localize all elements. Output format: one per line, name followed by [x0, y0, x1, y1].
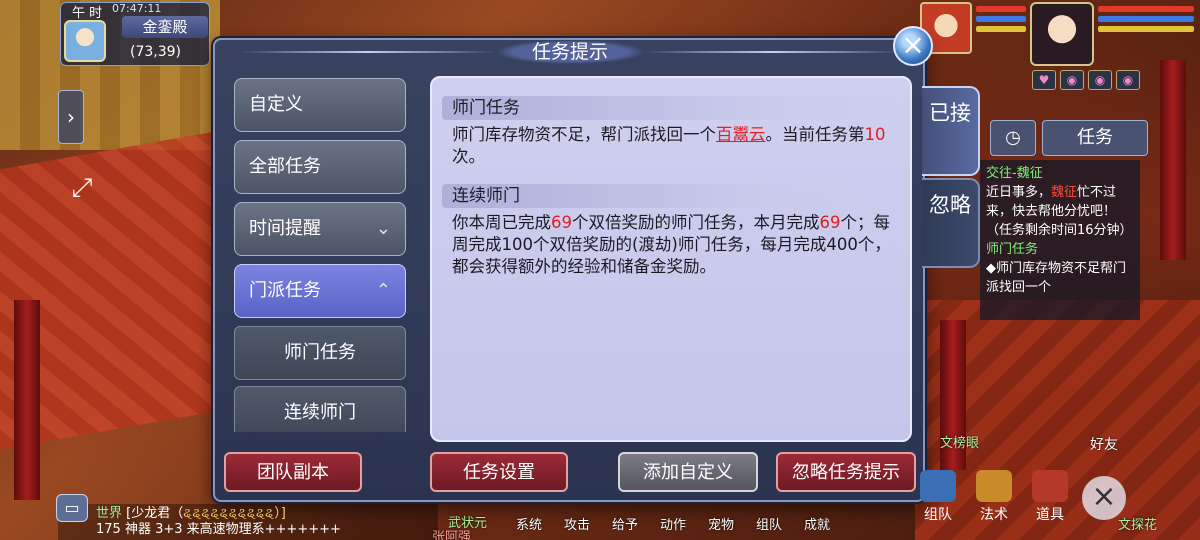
- section-body: 师门库存物资不足，帮门派找回一个百鬻云。当前任务第10次。: [452, 125, 886, 166]
- chat-box[interactable]: 世界 [少龙君（ୡୡୡୡୡୡୡୡୡୡ）] 175 神器 3+3 来高速物理系++…: [58, 504, 438, 540]
- add-custom-button[interactable]: 添加自定义: [618, 452, 758, 492]
- dialog-header: 任务提示: [240, 40, 900, 64]
- expand-left-arrow-icon[interactable]: ›: [58, 90, 84, 144]
- hud-team-big[interactable]: 组队: [910, 470, 966, 523]
- player-mp-bar: [1098, 16, 1194, 22]
- npc-name[interactable]: 文探花: [1118, 514, 1157, 533]
- npc-name[interactable]: 文榜眼: [940, 432, 979, 451]
- tracker-entry-title[interactable]: 交往-魏征: [986, 164, 1134, 183]
- hud-skills[interactable]: 法术: [966, 470, 1022, 523]
- submenu-sect-task[interactable]: 师门任务: [234, 326, 406, 380]
- chat-bubble-icon[interactable]: ▭: [56, 494, 88, 522]
- item-link[interactable]: 百鬻云: [716, 125, 766, 144]
- tab-ignored[interactable]: 忽略: [922, 178, 980, 268]
- map-name[interactable]: 金銮殿: [122, 16, 208, 38]
- fullscreen-icon[interactable]: ⤢: [62, 168, 102, 208]
- section-body: 你本周已完成69个双倍奖励的师门任务，本月完成69个；每周完成100个双倍奖励的…: [452, 213, 891, 276]
- tracker-entry-title[interactable]: 师门任务: [986, 240, 1134, 259]
- buff-icon[interactable]: ◉: [1116, 70, 1140, 90]
- npc-name[interactable]: 张阿强: [432, 526, 471, 540]
- tracker-entry-text: ◆师门库存物资不足帮门派找回一个: [986, 261, 1126, 295]
- submenu-consecutive-sect[interactable]: 连续师门: [234, 386, 406, 432]
- hud-team[interactable]: 组队: [745, 488, 793, 533]
- player-avatar-small[interactable]: [64, 20, 106, 62]
- tracker-entry-text: 近日事多，魏征忙不过来，快去帮他分忧吧！（任务剩余时间16分钟）: [986, 185, 1133, 238]
- player-anger-bar: [1098, 26, 1194, 32]
- hud-achievement[interactable]: 成就: [793, 488, 841, 533]
- task-settings-button[interactable]: 任务设置: [430, 452, 568, 492]
- task-tracker[interactable]: 交往-魏征 近日事多，魏征忙不过来，快去帮他分忧吧！（任务剩余时间16分钟） 师…: [980, 160, 1140, 320]
- chat-line: 175 神器 3+3 来高速物理系+++++++: [96, 522, 341, 537]
- pet-hp-bar: [976, 6, 1026, 12]
- team-dungeon-button[interactable]: 团队副本: [224, 452, 362, 492]
- status-icons: ♥ ◉ ◉ ◉: [1032, 70, 1140, 90]
- red-pillar: [1160, 60, 1186, 260]
- section-title: 连续师门: [442, 184, 902, 208]
- hud-right-menu: 组队 法术 道具: [910, 470, 1078, 523]
- friends-button[interactable]: 好友: [1090, 434, 1118, 454]
- time-period: 午 时: [72, 6, 103, 21]
- ignore-task-hints-button[interactable]: 忽略任务提示: [776, 452, 916, 492]
- section-title: 师门任务: [442, 96, 902, 120]
- pet-exp-bar: [976, 26, 1026, 32]
- close-icon[interactable]: ×: [893, 26, 933, 66]
- chat-line: 世界 [少龙君（ୡୡୡୡୡୡୡୡୡୡ）]: [96, 506, 286, 521]
- hud-give[interactable]: 给予: [601, 488, 649, 533]
- hud-items[interactable]: 道具: [1022, 470, 1078, 523]
- red-pillar: [14, 300, 40, 500]
- coordinates: (73,39): [130, 44, 182, 60]
- hud-system[interactable]: 系统: [505, 488, 553, 533]
- submenu-clip: 师门任务 连续师门: [234, 74, 406, 432]
- clock: 07:47:11: [112, 2, 162, 15]
- player-portrait[interactable]: [1030, 2, 1094, 66]
- task-content-panel: 师门任务 师门库存物资不足，帮门派找回一个百鬻云。当前任务第10次。 连续师门 …: [430, 76, 912, 442]
- tracker-tab-task[interactable]: 任务: [1042, 120, 1148, 156]
- player-hp-bar: [1098, 6, 1194, 12]
- dialog-title: 任务提示: [496, 40, 645, 64]
- timer-icon[interactable]: ◷: [990, 120, 1036, 156]
- buff-icon[interactable]: ◉: [1088, 70, 1112, 90]
- tracker-tabs: ◷ 任务: [990, 120, 1148, 156]
- buff-icon[interactable]: ◉: [1060, 70, 1084, 90]
- hud-bottom-menu: 系统 攻击 给予 动作 宠物 组队 成就: [505, 488, 841, 533]
- hud-pet[interactable]: 宠物: [697, 488, 745, 533]
- hud-attack[interactable]: 攻击: [553, 488, 601, 533]
- tab-accepted[interactable]: 已接: [922, 86, 980, 176]
- heart-icon[interactable]: ♥: [1032, 70, 1056, 90]
- hud-action[interactable]: 动作: [649, 488, 697, 533]
- pet-mp-bar: [976, 16, 1026, 22]
